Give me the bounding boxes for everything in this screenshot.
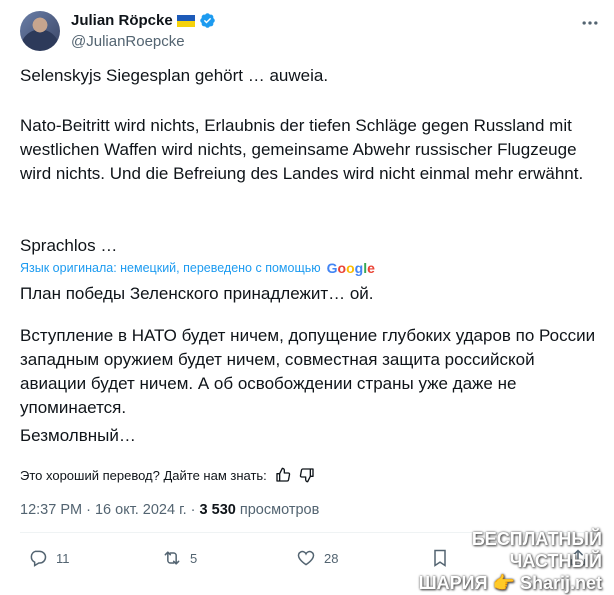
avatar[interactable] — [20, 11, 60, 51]
author-handle[interactable]: @JulianRoepcke — [71, 33, 185, 50]
view-count-label: просмотров — [239, 502, 320, 518]
repost-icon — [164, 551, 180, 565]
watermark-line2: ШАРИЯ 👉 Sharij.net — [418, 573, 602, 593]
more-options-icon[interactable] — [580, 13, 600, 33]
translation-notice-text: Язык оригинала: немецкий, переведено с п… — [20, 261, 321, 275]
translation-notice[interactable]: Язык оригинала: немецкий, переведено с п… — [20, 260, 375, 276]
meta-separator: · — [86, 502, 91, 518]
tweet-text-original-p2: Nato-Beitritt wird nichts, Erlaubnis der… — [20, 116, 584, 183]
translation-feedback-text: Это хороший перевод? Дайте нам знать: — [20, 467, 267, 483]
google-logo: Google — [326, 260, 375, 276]
tweet-date[interactable]: 16 окт. 2024 г. — [95, 502, 187, 518]
heart-icon — [297, 550, 315, 566]
tweet-text-translated-p1: План победы Зеленского принадлежит… ой. — [20, 284, 374, 303]
author-name-line: Julian Röpcke — [71, 12, 216, 29]
like-button[interactable]: 28 — [296, 548, 338, 568]
reply-icon — [30, 550, 47, 567]
watermark-line1: БЕСПЛАТНЫЙ ЧАСТНЫЙ — [471, 529, 602, 571]
ukraine-flag-icon — [176, 14, 195, 27]
repost-count: 5 — [190, 550, 198, 566]
tweet-text-translated-p2: Вступление в НАТО будет ничем, допущение… — [20, 326, 596, 417]
tweet-header: Julian Röpcke @JulianRoepcke — [20, 11, 600, 55]
verified-badge-icon[interactable] — [199, 12, 216, 29]
thumbs-down-icon[interactable] — [299, 467, 315, 483]
reply-button[interactable]: 11 — [28, 548, 70, 568]
repost-button[interactable]: 5 — [162, 548, 197, 568]
tweet: Julian Röpcke @JulianRoepcke Selenskyjs … — [0, 0, 614, 595]
tweet-time[interactable]: 12:37 PM — [20, 502, 82, 518]
thumbs-up-icon[interactable] — [275, 467, 291, 483]
translation-feedback: Это хороший перевод? Дайте нам знать: — [20, 467, 315, 483]
like-count: 28 — [324, 550, 339, 566]
tweet-text-original-p3: Sprachlos … — [20, 236, 118, 255]
view-count: 3 530 — [199, 502, 236, 518]
meta-separator: · — [190, 502, 196, 518]
reply-count: 11 — [56, 550, 70, 566]
tweet-text-original-p1: Selenskyjs Siegesplan gehört … auweia. — [20, 66, 329, 85]
author-name[interactable]: Julian Röpcke — [71, 12, 173, 29]
tweet-meta: 12:37 PM · 16 окт. 2024 г. · 3 530 просм… — [20, 502, 319, 518]
watermark: БЕСПЛАТНЫЙ ЧАСТНЫЙ ШАРИЯ 👉 Sharij.net — [380, 528, 602, 594]
tweet-text-translated-p3: Безмолвный… — [20, 426, 136, 445]
